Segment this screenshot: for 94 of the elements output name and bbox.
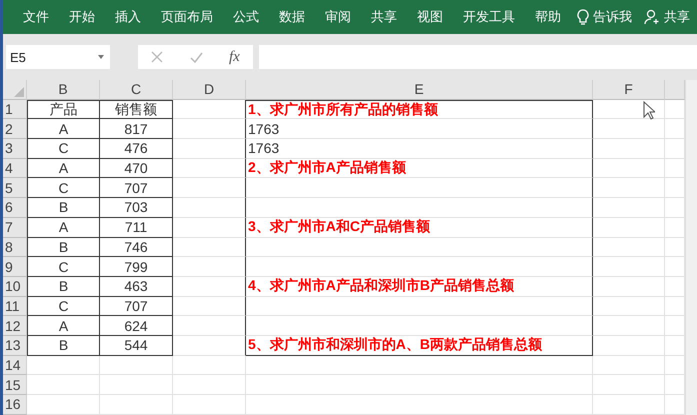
table-cell: [593, 198, 665, 218]
table-cell: [593, 375, 665, 395]
table-cell: C: [27, 296, 100, 316]
ribbon-tab[interactable]: 视图: [407, 8, 453, 26]
row-header[interactable]: 9: [3, 257, 27, 277]
table-cell: [593, 158, 665, 178]
table-cell: A: [27, 218, 100, 238]
ribbon-tab[interactable]: 帮助: [525, 8, 571, 26]
ribbon-tab[interactable]: 开发工具: [453, 8, 525, 26]
mouse-pointer-icon: [643, 100, 655, 120]
ribbon-tab[interactable]: 插入: [105, 8, 151, 26]
table-cell: 4、求广州市A产品和深圳市B产品销售总额: [246, 276, 593, 297]
table-cell: 463: [100, 276, 173, 297]
table-cell: [593, 257, 665, 277]
column-header[interactable]: F: [593, 80, 665, 100]
table-cell: 2、求广州市A产品销售额: [246, 158, 593, 178]
row-header[interactable]: 11: [3, 296, 27, 316]
table-cell: [593, 218, 665, 238]
ribbon-tab[interactable]: 数据: [269, 8, 315, 26]
table-cell: [593, 356, 665, 376]
table-cell: [593, 178, 665, 198]
row-header[interactable]: 7: [3, 218, 27, 238]
row-header[interactable]: 10: [3, 276, 27, 297]
ribbon-tab[interactable]: 文件: [13, 8, 59, 26]
ribbon-tab[interactable]: 开始: [59, 8, 105, 26]
triangle-icon: [14, 86, 24, 97]
table-cell: 470: [100, 158, 173, 178]
table-cell: 707: [100, 296, 173, 316]
dropdown-icon: [98, 55, 104, 59]
table-cell: B: [27, 276, 100, 297]
row-header[interactable]: 1: [3, 100, 27, 120]
table-cell: [593, 395, 665, 415]
table-cell: 544: [100, 336, 173, 356]
scrollbar[interactable]: [685, 80, 697, 415]
table-cell: [593, 296, 665, 316]
table-cell: A: [27, 119, 100, 140]
table-cell: 5、求广州市和深圳市的A、B两款产品销售总额: [246, 336, 593, 356]
column-header[interactable]: [665, 80, 685, 100]
select-all-button[interactable]: [3, 80, 27, 100]
table-cell: A: [27, 316, 100, 336]
name-box[interactable]: E5: [6, 45, 110, 69]
table-cell: 817: [100, 119, 173, 140]
table-cell: [593, 276, 665, 297]
cancel-icon[interactable]: [151, 51, 164, 63]
formula-input[interactable]: [259, 45, 697, 69]
table-cell: A: [27, 158, 100, 178]
ribbon-tab[interactable]: 页面布局: [151, 8, 223, 26]
row-header[interactable]: 8: [3, 238, 27, 258]
ribbon-tab[interactable]: 审阅: [315, 8, 361, 26]
table-cell: 1763: [246, 119, 593, 140]
table-cell: [593, 316, 665, 336]
table-cell: 3、求广州市A和C产品销售额: [246, 218, 593, 238]
table-cell: [593, 139, 665, 159]
row-header[interactable]: 5: [3, 178, 27, 198]
table-cell: 711: [100, 218, 173, 238]
table-cell: 799: [100, 257, 173, 277]
table-cell: 707: [100, 178, 173, 198]
row-header[interactable]: 15: [3, 375, 27, 395]
table-cell: C: [27, 257, 100, 277]
table-cell: B: [27, 238, 100, 258]
insert-function-button[interactable]: fx: [228, 48, 240, 66]
table-cell: C: [27, 139, 100, 159]
table-cell: 产品: [27, 100, 100, 120]
column-header[interactable]: E: [246, 80, 593, 100]
table-cell: 1、求广州市所有产品的销售额: [246, 100, 593, 120]
table-cell: 销售额: [100, 100, 173, 120]
row-header[interactable]: 2: [3, 119, 27, 140]
table-cell: [593, 336, 665, 356]
column-header[interactable]: C: [100, 80, 173, 100]
table-cell: 624: [100, 316, 173, 336]
table-cell: 746: [100, 238, 173, 258]
table-cell: B: [27, 336, 100, 356]
share-button[interactable]: 共享: [638, 8, 696, 26]
table-cell: C: [27, 178, 100, 198]
table-cell: 476: [100, 139, 173, 159]
tell-me-button[interactable]: 告诉我: [571, 8, 638, 26]
row-header[interactable]: 14: [3, 356, 27, 376]
row-header[interactable]: 13: [3, 336, 27, 356]
check-icon[interactable]: [190, 52, 203, 62]
lightbulb-icon: [577, 8, 589, 26]
ribbon-tab[interactable]: 公式: [223, 8, 269, 26]
row-header[interactable]: 12: [3, 316, 27, 336]
table-cell: 1763: [246, 139, 593, 159]
table-cell: 703: [100, 198, 173, 218]
row-header[interactable]: 16: [3, 395, 27, 415]
person-add-icon: [644, 9, 660, 25]
row-header[interactable]: 3: [3, 139, 27, 159]
table-cell: B: [27, 198, 100, 218]
column-header[interactable]: B: [27, 80, 100, 100]
table-cell: [593, 238, 665, 258]
row-header[interactable]: 6: [3, 198, 27, 218]
column-header[interactable]: D: [173, 80, 246, 100]
row-header[interactable]: 4: [3, 158, 27, 178]
ribbon-tab[interactable]: 共享: [361, 8, 407, 26]
